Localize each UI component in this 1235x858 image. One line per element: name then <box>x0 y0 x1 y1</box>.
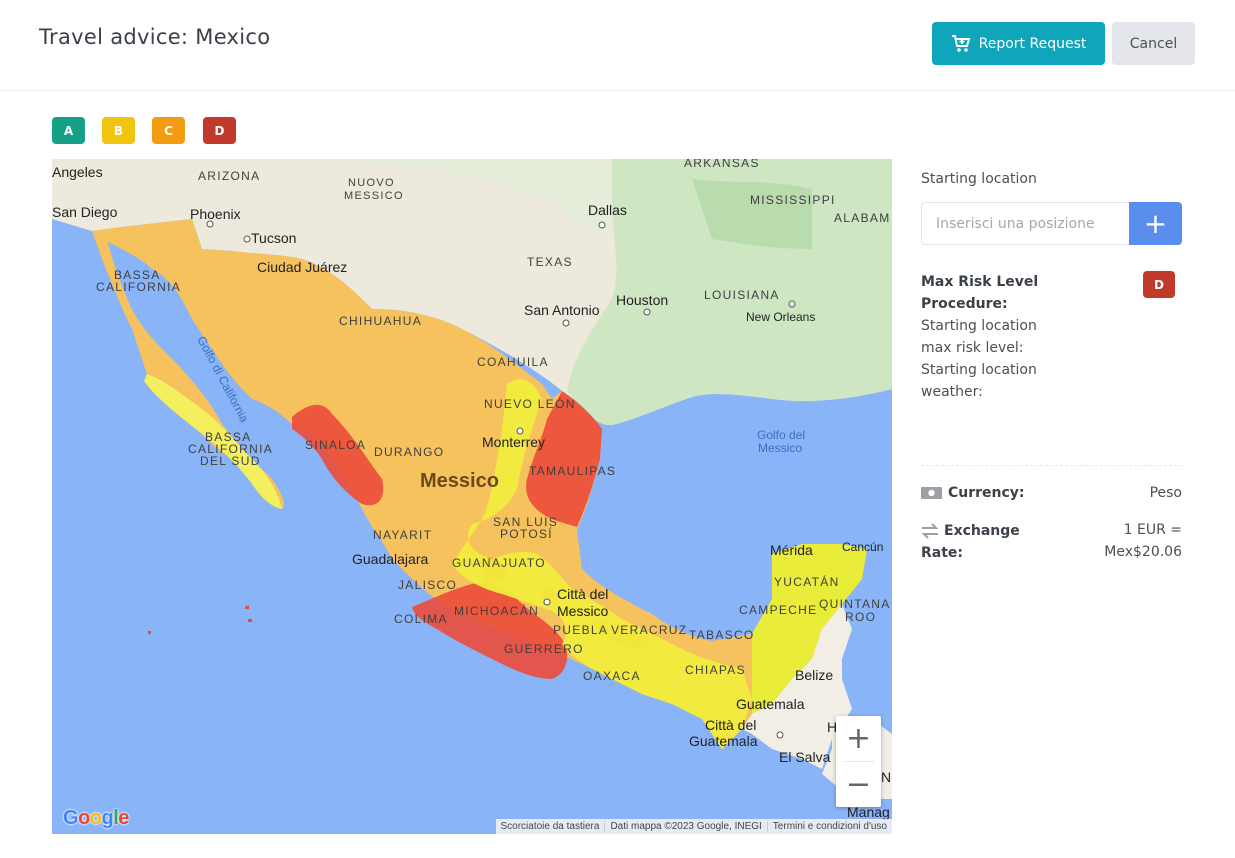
risk-map[interactable]: Angeles ARIZONA NUOVO MESSICO ARKANSAS M… <box>52 159 892 834</box>
label-mississippi: MISSISSIPPI <box>750 193 836 207</box>
risk-level-b-badge: B <box>102 117 135 144</box>
label-tabasco: TABASCO <box>689 628 755 642</box>
label-sinaloa: SINALOA <box>305 438 366 452</box>
terms-link[interactable]: Termini e condizioni d'uso <box>766 821 892 832</box>
keyboard-shortcuts-link[interactable]: Scorciatoie da tastiera <box>496 821 605 832</box>
label-messico-us: MESSICO <box>344 190 404 202</box>
label-michoacan: MICHOACÁN <box>454 603 539 618</box>
risk-level-a-badge: A <box>52 117 85 144</box>
label-colima: COLIMA <box>394 612 448 626</box>
label-san-diego: San Diego <box>52 204 118 220</box>
max-risk-label: Max Risk Level <box>921 274 1039 290</box>
label-phoenix: Phoenix <box>190 206 241 222</box>
zoom-out-button[interactable]: − <box>836 762 881 807</box>
label-nayarit: NAYARIT <box>373 528 432 542</box>
label-new-orleans: New Orleans <box>746 310 815 324</box>
location-input[interactable] <box>921 202 1130 245</box>
label-durango: DURANGO <box>374 445 444 459</box>
google-logo[interactable]: Google <box>63 807 129 830</box>
cart-icon <box>951 34 970 52</box>
label-merida: Mérida <box>770 542 813 558</box>
label-jalisco: JALISCO <box>398 578 457 592</box>
add-location-button[interactable]: + <box>1129 202 1182 245</box>
label-angeles: Angeles <box>52 164 103 180</box>
label-texas: TEXAS <box>527 255 573 269</box>
max-risk-badge: D <box>1143 271 1175 298</box>
label-chiapas: CHIAPAS <box>685 663 746 677</box>
label-guadalajara: Guadalajara <box>352 551 428 567</box>
label-cancun: Cancún <box>842 540 883 554</box>
start-max-risk-label: Starting location max risk level: <box>921 318 1037 356</box>
exchange-value-2: Mex$20.06 <box>1104 544 1182 560</box>
label-bcs3: DEL SUD <box>200 454 261 468</box>
page-title: Travel advice: Mexico <box>39 25 271 49</box>
exchange-label-2: Rate: <box>921 545 964 561</box>
label-oaxaca: OAXACA <box>583 669 641 683</box>
label-messico: Messico <box>420 470 499 492</box>
zoom-control: + − <box>836 716 881 807</box>
label-campeche: CAMPECHE <box>739 603 817 617</box>
risk-level-c-badge: C <box>152 117 185 144</box>
zoom-in-button[interactable]: + <box>836 716 881 761</box>
label-citta-guat2: Guatemala <box>689 733 758 749</box>
money-icon <box>921 487 942 499</box>
label-tucson: Tucson <box>251 230 296 246</box>
cancel-button[interactable]: Cancel <box>1112 22 1195 65</box>
sidebar-divider <box>921 465 1182 466</box>
label-el-salvador: El Salva <box>779 749 831 765</box>
start-weather-label: Starting location weather: <box>921 362 1037 400</box>
label-belize: Belize <box>795 667 833 683</box>
label-golfo-messico2: Messico <box>758 441 802 455</box>
label-citta-guat: Città del <box>705 717 756 733</box>
label-veracruz: VERACRUZ <box>611 623 687 637</box>
page-header: Travel advice: Mexico Report Request Can… <box>0 0 1235 91</box>
label-yucatan: YUCATÁN <box>774 574 840 589</box>
currency-value: Peso <box>1149 485 1182 501</box>
label-quintana: QUINTANA <box>819 597 891 611</box>
label-tamaulipas: TAMAULIPAS <box>529 464 616 478</box>
report-request-button[interactable]: Report Request <box>932 22 1105 65</box>
map-attribution: Scorciatoie da tastiera Dati mappa ©2023… <box>495 819 892 834</box>
label-arizona: ARIZONA <box>198 169 260 183</box>
label-louisiana: LOUISIANA <box>704 288 780 302</box>
label-dallas: Dallas <box>588 202 627 218</box>
label-ciudad-juarez: Ciudad Juárez <box>257 259 347 275</box>
label-monterrey: Monterrey <box>482 434 545 450</box>
currency-label: Currency: <box>948 485 1025 501</box>
label-guanajuato: GUANAJUATO <box>452 556 546 570</box>
label-golfo-messico: Golfo del <box>757 428 805 442</box>
label-alabama: ALABAM <box>834 211 891 225</box>
label-arkansas: ARKANSAS <box>684 159 760 170</box>
exchange-value-1: 1 EUR = <box>1123 522 1182 538</box>
procedure-label: Procedure: <box>921 296 1008 312</box>
exchange-icon <box>921 523 939 539</box>
starting-location-label: Starting location <box>921 171 1037 187</box>
label-nuevo-leon: NUEVO LEÓN <box>484 396 576 411</box>
label-citta-messico2: Messico <box>557 603 609 619</box>
risk-level-d-badge: D <box>203 117 236 144</box>
label-california: CALIFORNIA <box>96 280 181 294</box>
label-ni: Ni <box>881 769 892 785</box>
label-san-antonio: San Antonio <box>524 302 600 318</box>
label-houston: Houston <box>616 292 668 308</box>
label-guerrero: GUERRERO <box>504 642 584 656</box>
label-guatemala: Guatemala <box>736 696 805 712</box>
map-canvas[interactable]: Angeles ARIZONA NUOVO MESSICO ARKANSAS M… <box>52 159 892 834</box>
label-puebla: PUEBLA <box>553 623 608 637</box>
label-roo: ROO <box>845 610 876 624</box>
label-nuovo: NUOVO <box>348 177 395 189</box>
risk-info: Max Risk Level Procedure: Starting locat… <box>921 271 1041 403</box>
report-request-label: Report Request <box>978 35 1087 52</box>
label-citta-messico: Città del <box>557 586 608 602</box>
map-data-text: Dati mappa ©2023 Google, INEGI <box>604 821 766 832</box>
label-coahuila: COAHUILA <box>477 355 549 369</box>
exchange-label-1: Exchange <box>944 523 1020 539</box>
label-chihuahua: CHIHUAHUA <box>339 314 422 328</box>
label-slp2: POTOSÍ <box>500 526 553 541</box>
